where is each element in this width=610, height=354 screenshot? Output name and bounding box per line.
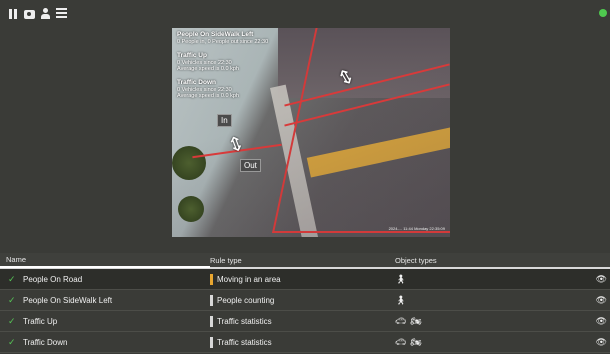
header-rule-type[interactable]: Rule type	[210, 256, 392, 265]
person-icon[interactable]	[40, 7, 51, 19]
bush	[172, 146, 206, 180]
bush	[178, 196, 204, 222]
rules-table: Name Rule type Object types ✓ People On R…	[0, 253, 610, 353]
rule-color-bar	[210, 315, 213, 327]
table-row[interactable]: ✓ People On Road Moving in an area 🚶︎ 👁︎	[0, 269, 610, 290]
check-icon[interactable]: ✓	[8, 316, 17, 327]
rule-name: Traffic Down	[23, 337, 68, 347]
car-icon: 🚗︎	[395, 336, 407, 347]
toolbar	[8, 6, 67, 20]
pause-icon[interactable]	[8, 8, 19, 19]
table-row[interactable]: ✓ People On SideWalk Left People counting…	[0, 290, 610, 311]
eye-icon[interactable]: 👁︎	[596, 274, 607, 284]
table-header: Name Rule type Object types	[0, 253, 610, 269]
overlay-line: Average speed is 0.0 kph	[177, 93, 239, 99]
status-indicator	[599, 9, 607, 17]
rule-name: People On SideWalk Left	[23, 295, 113, 305]
overlay-title: Traffic Up	[177, 52, 207, 59]
person-icon: 🚶︎	[395, 294, 407, 305]
rule-color-bar	[210, 294, 213, 306]
eye-icon[interactable]: 👁︎	[596, 316, 607, 326]
rule-name: Traffic Up	[23, 316, 58, 326]
rule-color-bar	[210, 273, 213, 285]
eye-icon[interactable]: 👁︎	[596, 337, 607, 347]
overlay-people-sidewalk: People On SideWalk Left 0 People in, 0 P…	[177, 31, 268, 45]
eye-icon[interactable]: 👁︎	[596, 295, 607, 305]
in-label: In	[217, 114, 232, 127]
overlay-traffic-down: Traffic Down 0 Vehicles since 22:30 Aver…	[177, 79, 239, 99]
table-row[interactable]: ✓ Traffic Down Traffic statistics 🚗︎ 🏍︎ 👁︎	[0, 332, 610, 353]
rule-type: Traffic statistics	[217, 337, 272, 347]
camera-icon[interactable]	[24, 9, 35, 19]
rule-type: People counting	[217, 295, 275, 305]
header-object-types[interactable]: Object types	[392, 256, 592, 265]
video-timestamp: 2024-... 11:44 Monday 22:35:09	[388, 226, 445, 231]
overlay-line: Average speed is 0.0 kph	[177, 66, 239, 72]
rule-type: Moving in an area	[217, 274, 281, 284]
rule-color-bar	[210, 336, 213, 348]
check-icon[interactable]: ✓	[8, 337, 17, 348]
out-label: Out	[240, 159, 261, 172]
car-icon: 🚗︎	[395, 315, 407, 326]
motorcycle-icon: 🏍︎	[410, 315, 422, 326]
table-row[interactable]: ✓ Traffic Up Traffic statistics 🚗︎ 🏍︎ 👁︎	[0, 311, 610, 332]
check-icon[interactable]: ✓	[8, 295, 17, 306]
overlay-title: Traffic Down	[177, 79, 217, 86]
person-icon: 🚶︎	[395, 273, 407, 284]
rule-type: Traffic statistics	[217, 316, 272, 326]
overlay-traffic-up: Traffic Up 0 Vehicles since 22:30 Averag…	[177, 52, 239, 72]
camera-view[interactable]: People On SideWalk Left 0 People in, 0 P…	[172, 28, 450, 237]
list-icon[interactable]	[56, 8, 67, 18]
overlay-line: 0 People in, 0 People out since 22:30	[177, 39, 269, 45]
motorcycle-icon: 🏍︎	[410, 336, 422, 347]
check-icon[interactable]: ✓	[8, 274, 17, 285]
header-name[interactable]: Name	[0, 252, 210, 268]
overlay-title: People On SideWalk Left	[177, 31, 254, 38]
rule-name: People On Road	[23, 274, 83, 284]
